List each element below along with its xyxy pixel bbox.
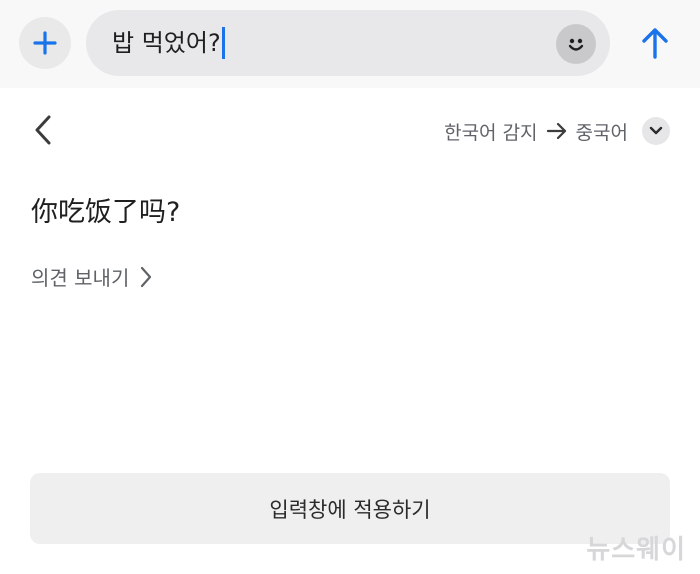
back-button[interactable] <box>26 110 60 150</box>
arrow-up-icon <box>642 28 668 59</box>
translated-text: 你吃饭了吗? <box>31 197 181 228</box>
chevron-left-icon <box>35 115 51 145</box>
apply-to-input-button[interactable]: 입력창에 적용하기 <box>30 473 670 544</box>
source-language: 한국어 감지 <box>444 121 538 144</box>
message-input-value: 밥 먹었어? <box>112 29 221 57</box>
chevron-down-icon <box>649 126 663 135</box>
chevron-right-icon <box>139 265 153 289</box>
smiley-icon <box>568 38 584 51</box>
text-caret <box>221 27 225 59</box>
target-language: 중국어 <box>575 121 628 144</box>
message-input-field[interactable]: 밥 먹었어? <box>86 10 610 76</box>
composer-bar: 밥 먹었어? <box>0 0 700 88</box>
feedback-label: 의견 보내기 <box>31 266 130 290</box>
language-selector[interactable]: 한국어 감지 중국어 <box>444 114 670 148</box>
add-button[interactable] <box>19 17 71 69</box>
arrow-right-icon <box>546 122 568 140</box>
send-button[interactable] <box>630 18 680 68</box>
apply-button-label: 입력창에 적용하기 <box>269 497 431 522</box>
message-input-text[interactable]: 밥 먹었어? <box>112 27 225 59</box>
emoji-button[interactable] <box>556 24 596 64</box>
language-dropdown-button[interactable] <box>642 117 670 145</box>
watermark-logo: 뉴스웨이 <box>586 535 686 565</box>
send-feedback-link[interactable]: 의견 보내기 <box>31 262 153 291</box>
plus-icon <box>33 31 57 55</box>
